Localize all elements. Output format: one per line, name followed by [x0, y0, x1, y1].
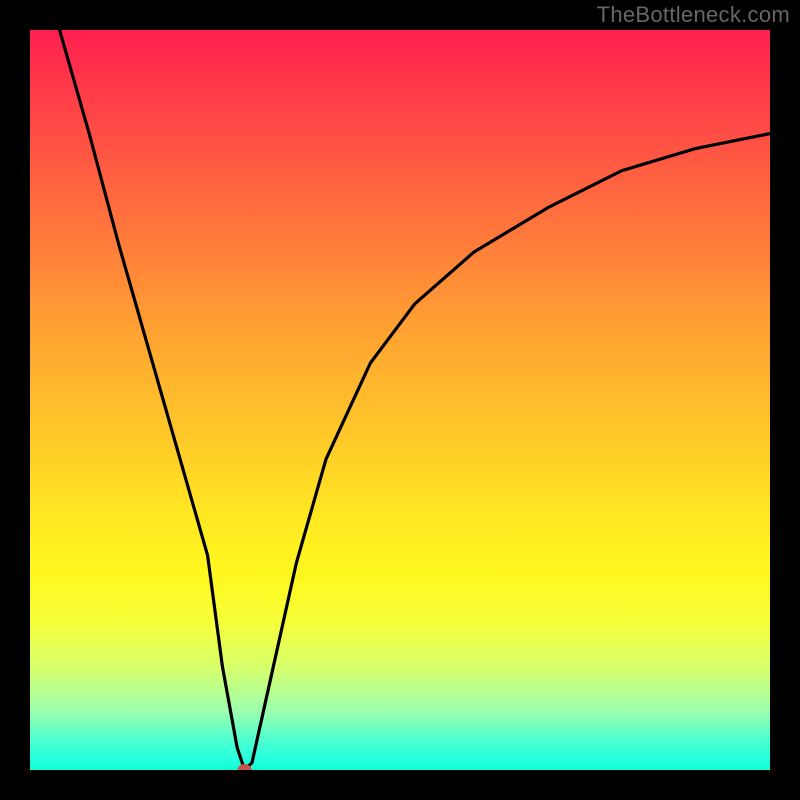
chart-frame: TheBottleneck.com: [0, 0, 800, 800]
bottleneck-curve: [60, 30, 770, 770]
watermark-text: TheBottleneck.com: [597, 2, 790, 28]
chart-svg: [30, 30, 770, 770]
plot-area: [30, 30, 770, 770]
